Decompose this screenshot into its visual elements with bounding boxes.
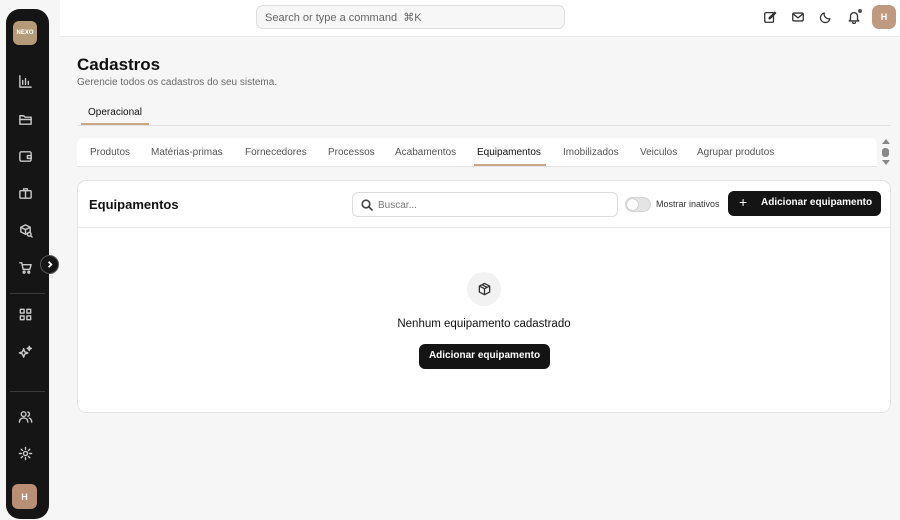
empty-add-equipment-button[interactable]: Adicionar equipamento: [419, 344, 550, 369]
gear-icon[interactable]: [15, 443, 35, 463]
bell-icon[interactable]: [845, 8, 863, 26]
add-equipment-button[interactable]: + Adicionar equipamento: [728, 191, 881, 216]
plus-icon: +: [739, 194, 748, 210]
tab-imobilizados[interactable]: Imobilizados: [563, 147, 619, 158]
tab-fornecedores[interactable]: Fornecedores: [245, 147, 307, 158]
grid-icon[interactable]: [15, 304, 35, 324]
app-logo[interactable]: NEXO: [13, 21, 37, 45]
empty-state-message: Nenhum equipamento cadastrado: [397, 318, 571, 330]
edit-icon[interactable]: [761, 8, 779, 26]
tab-processos[interactable]: Processos: [328, 147, 375, 158]
box-search-icon[interactable]: [15, 220, 35, 240]
command-shortcut: ⌘K: [403, 12, 422, 24]
tab-produtos[interactable]: Produtos: [90, 147, 130, 158]
sidebar-divider: [10, 391, 45, 392]
sidebar-divider: [10, 293, 45, 294]
page-subtitle: Gerencie todos os cadastros do seu siste…: [77, 77, 278, 88]
user-avatar-initial: H: [880, 12, 888, 22]
category-tabs: Produtos Matérias-primas Fornecedores Pr…: [77, 138, 877, 167]
active-tab-indicator: [474, 164, 546, 166]
show-inactive-label: Mostrar inativos: [656, 199, 720, 209]
wallet-icon[interactable]: [15, 146, 35, 166]
sparkles-icon[interactable]: [15, 342, 35, 362]
scroll-thumb[interactable]: [882, 148, 889, 157]
mail-icon[interactable]: [789, 8, 807, 26]
tab-veiculos[interactable]: Veiculos: [640, 147, 677, 158]
card-title: Equipamentos: [89, 197, 179, 212]
toggle-knob: [627, 199, 638, 210]
command-search-placeholder: Search or type a command: [265, 12, 398, 24]
cart-icon[interactable]: [15, 257, 35, 277]
chevron-right-icon: [47, 261, 53, 268]
moon-icon[interactable]: [817, 8, 835, 26]
sidebar-expand-button[interactable]: [40, 255, 59, 274]
tab-equipamentos[interactable]: Equipamentos: [477, 147, 541, 158]
sidebar-avatar[interactable]: H: [12, 484, 37, 509]
scroll-up-icon[interactable]: [882, 139, 890, 144]
command-search[interactable]: Search or type a command ⌘K: [256, 5, 565, 29]
tab-agrupar-produtos[interactable]: Agrupar produtos: [697, 147, 774, 158]
card-header-divider: [78, 227, 890, 228]
search-input[interactable]: [378, 197, 608, 213]
section-tabs-divider: [77, 125, 891, 126]
equipamentos-card: Equipamentos Mostrar inativos + Adiciona…: [77, 180, 891, 413]
show-inactive-toggle[interactable]: [625, 197, 651, 212]
search-field[interactable]: [352, 192, 618, 217]
folder-icon[interactable]: [15, 109, 35, 129]
scroll-down-icon[interactable]: [882, 160, 890, 165]
topbar: Search or type a command ⌘K H: [60, 0, 900, 37]
chart-icon[interactable]: [15, 71, 35, 91]
briefcase-icon[interactable]: [15, 183, 35, 203]
tab-operacional[interactable]: Operacional: [81, 102, 149, 125]
notification-dot: [858, 9, 862, 13]
user-avatar[interactable]: H: [872, 5, 896, 29]
users-icon[interactable]: [15, 406, 35, 426]
tabs-scrollbar[interactable]: [881, 139, 891, 167]
tab-materias-primas[interactable]: Matérias-primas: [151, 147, 223, 158]
tab-acabamentos[interactable]: Acabamentos: [395, 147, 456, 158]
add-equipment-label: Adicionar equipamento: [761, 197, 873, 208]
logo-text: NEXO: [16, 30, 34, 36]
page-title: Cadastros: [77, 55, 161, 74]
sidebar-avatar-initial: H: [21, 491, 28, 502]
search-icon: [361, 199, 373, 211]
box-icon: [467, 272, 501, 306]
